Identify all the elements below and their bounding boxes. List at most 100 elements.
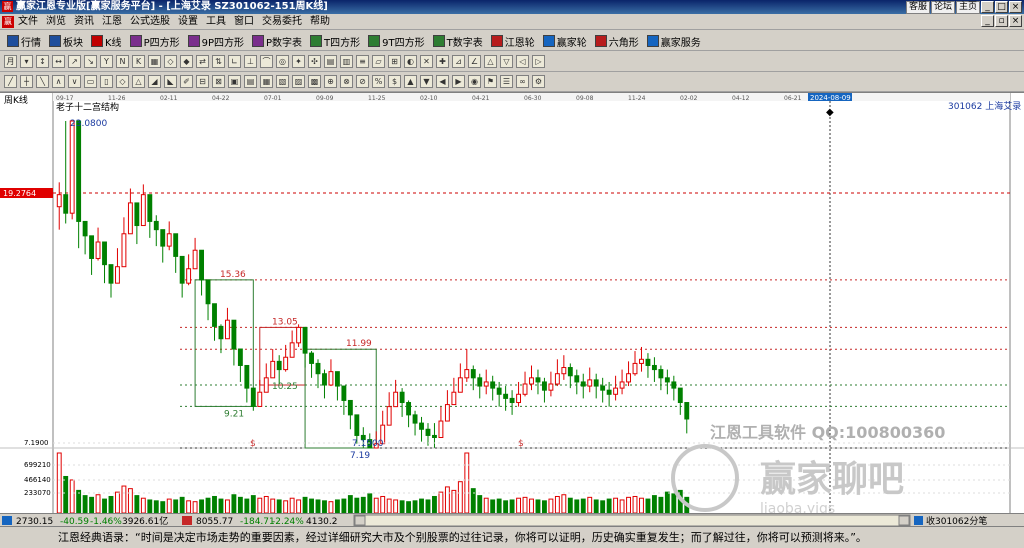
drawing-tool-icon[interactable]: K [132, 55, 145, 68]
drawing-tool-icon[interactable]: ▾ [20, 55, 33, 68]
drawing-tool-icon[interactable]: ↘ [84, 55, 97, 68]
toolbar-button[interactable]: K线 [88, 33, 125, 49]
analysis-tool-icon[interactable]: ◉ [468, 75, 481, 88]
analysis-tool-icon[interactable]: ▶ [452, 75, 465, 88]
minimize-icon[interactable]: _ [981, 1, 994, 13]
menu-item[interactable]: 文件 [18, 16, 38, 28]
drawing-tool-icon[interactable]: ◇ [164, 55, 177, 68]
analysis-tool-icon[interactable]: ▯ [100, 75, 113, 88]
toolbar-button[interactable]: 9P四方形 [185, 33, 247, 49]
forum-link[interactable]: 论坛 [930, 1, 955, 14]
menu-item[interactable]: 设置 [178, 16, 198, 28]
menu-item[interactable]: 交易委托 [262, 16, 302, 28]
h-scrollbar[interactable] [353, 514, 911, 527]
drawing-tool-icon[interactable]: ◁ [516, 55, 529, 68]
menu-item[interactable]: 江恩 [102, 16, 122, 28]
analysis-tool-icon[interactable]: ▲ [404, 75, 417, 88]
toolbar-button[interactable]: 赢家服务 [644, 33, 704, 49]
service-link[interactable]: 客服 [905, 1, 930, 14]
drawing-tool-icon[interactable]: ∠ [468, 55, 481, 68]
analysis-tool-icon[interactable]: ┼ [20, 75, 33, 88]
toolbar-button[interactable]: 赢家轮 [540, 33, 590, 49]
toolbar-button[interactable]: 行情 [4, 33, 44, 49]
drawing-tool-icon[interactable]: ↗ [68, 55, 81, 68]
analysis-tool-icon[interactable]: % [372, 75, 385, 88]
menu-item[interactable]: 浏览 [46, 16, 66, 28]
analysis-tool-icon[interactable]: ⊕ [324, 75, 337, 88]
analysis-tool-icon[interactable]: ⊠ [212, 75, 225, 88]
analysis-tool-icon[interactable]: ∞ [516, 75, 529, 88]
analysis-tool-icon[interactable]: ⚑ [484, 75, 497, 88]
analysis-tool-icon[interactable]: ◣ [164, 75, 177, 88]
menu-item[interactable]: 帮助 [310, 16, 330, 28]
toolbar-button[interactable]: P四方形 [127, 33, 183, 49]
drawing-tool-icon[interactable]: △ [484, 55, 497, 68]
drawing-tool-icon[interactable]: ⇅ [212, 55, 225, 68]
drawing-tool-icon[interactable]: ▥ [340, 55, 353, 68]
drawing-tool-icon[interactable]: ⌒ [260, 55, 273, 68]
menu-item[interactable]: 资讯 [74, 16, 94, 28]
analysis-tool-icon[interactable]: ▭ [84, 75, 97, 88]
drawing-tool-icon[interactable]: ⇄ [196, 55, 209, 68]
drawing-tool-icon[interactable]: ◐ [404, 55, 417, 68]
analysis-tool-icon[interactable]: ⊗ [340, 75, 353, 88]
drawing-tool-icon[interactable]: ▷ [532, 55, 545, 68]
drawing-tool-icon[interactable]: ▦ [148, 55, 161, 68]
analysis-tool-icon[interactable]: ▩ [308, 75, 321, 88]
drawing-tool-icon[interactable]: ⊥ [244, 55, 257, 68]
analysis-tool-icon[interactable]: ▦ [260, 75, 273, 88]
toolbar-button[interactable]: P数字表 [249, 33, 305, 49]
home-link[interactable]: 主页 [955, 1, 980, 14]
drawing-tool-icon[interactable]: ✦ [292, 55, 305, 68]
mdi-restore-icon[interactable]: ▫ [995, 15, 1008, 27]
chart-area[interactable]: 09-17 11-26 02-11 04-22 07-01 09-09 11-25 02-10… [0, 92, 1024, 517]
analysis-tool-icon[interactable]: $ [388, 75, 401, 88]
drawing-tool-icon[interactable]: ↕ [36, 55, 49, 68]
drawing-tool-icon[interactable]: ▤ [324, 55, 337, 68]
analysis-tool-icon[interactable]: ☰ [500, 75, 513, 88]
drawing-tool-icon[interactable]: ∟ [228, 55, 241, 68]
toolbar-button[interactable]: 9T四方形 [365, 33, 427, 49]
toolbar-button[interactable]: T四方形 [307, 33, 363, 49]
analysis-tool-icon[interactable]: ⚙ [532, 75, 545, 88]
toolbar-button[interactable]: 板块 [46, 33, 86, 49]
drawing-tool-icon[interactable]: ✚ [436, 55, 449, 68]
scroll-left-icon[interactable] [354, 515, 366, 526]
close-icon[interactable]: × [1009, 1, 1022, 13]
drawing-tool-icon[interactable]: ◆ [180, 55, 193, 68]
kline-chart[interactable]: 09-17 11-26 02-11 04-22 07-01 09-09 11-25 02-10… [0, 93, 1024, 517]
analysis-tool-icon[interactable]: ╲ [36, 75, 49, 88]
menu-item[interactable]: 公式选股 [130, 16, 170, 28]
drawing-tool-icon[interactable]: ⊞ [388, 55, 401, 68]
toolbar-button[interactable]: 江恩轮 [488, 33, 538, 49]
toolbar-button[interactable]: T数字表 [430, 33, 486, 49]
analysis-tool-icon[interactable]: ◇ [116, 75, 129, 88]
drawing-tool-icon[interactable]: 月 [4, 55, 17, 68]
scroll-right-icon[interactable] [898, 515, 910, 526]
mdi-minimize-icon[interactable]: _ [981, 15, 994, 27]
drawing-tool-icon[interactable]: ▱ [372, 55, 385, 68]
analysis-tool-icon[interactable]: ▤ [244, 75, 257, 88]
drawing-tool-icon[interactable]: ↔ [52, 55, 65, 68]
analysis-tool-icon[interactable]: ⊟ [196, 75, 209, 88]
drawing-tool-icon[interactable]: ≡ [356, 55, 369, 68]
analysis-tool-icon[interactable]: ◢ [148, 75, 161, 88]
drawing-tool-icon[interactable]: N [116, 55, 129, 68]
drawing-tool-icon[interactable]: ⊿ [452, 55, 465, 68]
menu-item[interactable]: 窗口 [234, 16, 254, 28]
drawing-tool-icon[interactable]: ✕ [420, 55, 433, 68]
drawing-tool-icon[interactable]: ✣ [308, 55, 321, 68]
analysis-tool-icon[interactable]: ✐ [180, 75, 193, 88]
analysis-tool-icon[interactable]: ∨ [68, 75, 81, 88]
analysis-tool-icon[interactable]: ◀ [436, 75, 449, 88]
drawing-tool-icon[interactable]: Y [100, 55, 113, 68]
analysis-tool-icon[interactable]: ⊘ [356, 75, 369, 88]
toolbar-button[interactable]: 六角形 [592, 33, 642, 49]
maximize-icon[interactable]: □ [995, 1, 1008, 13]
menu-item[interactable]: 工具 [206, 16, 226, 28]
analysis-tool-icon[interactable]: △ [132, 75, 145, 88]
drawing-tool-icon[interactable]: ◎ [276, 55, 289, 68]
analysis-tool-icon[interactable]: ▨ [292, 75, 305, 88]
analysis-tool-icon[interactable]: ∧ [52, 75, 65, 88]
mdi-close-icon[interactable]: × [1009, 15, 1022, 27]
